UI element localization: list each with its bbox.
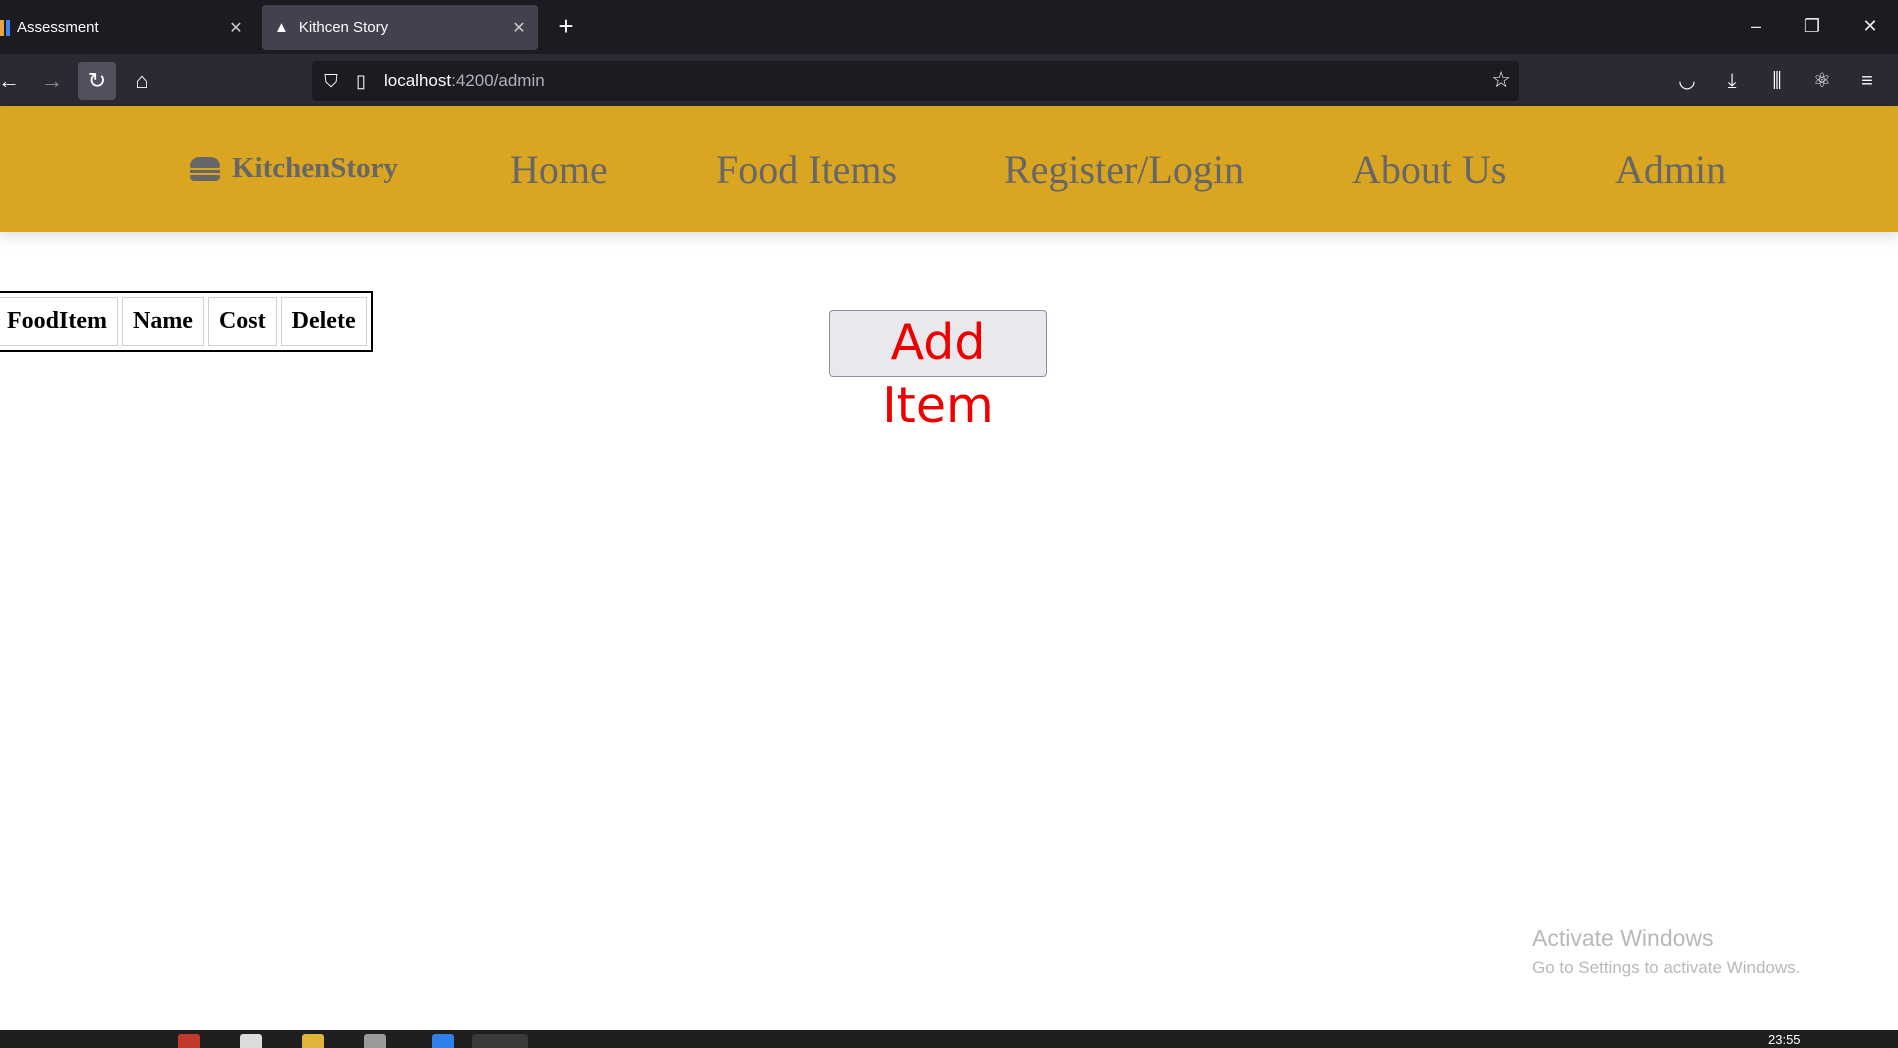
vscode-icon[interactable]	[432, 1034, 454, 1048]
taskbar-clock: 23:55	[1768, 1032, 1801, 1047]
tab-title: Kithcen Story	[298, 19, 389, 36]
tab-kitchen-story[interactable]: ▲ Kithcen Story ✕	[262, 5, 538, 50]
close-window-icon[interactable]: ✕	[1850, 10, 1890, 42]
windows-activation-watermark: Activate Windows Go to Settings to activ…	[1532, 925, 1800, 978]
taskbar-app-icon[interactable]	[178, 1034, 200, 1048]
brand-name: KitchenStory	[232, 152, 398, 184]
browser-toolbar: ← → ↻ ⌂ ⛉ ▯ localhost:4200/admin ☆ ◡ ⤓ ⫼…	[0, 54, 1898, 106]
column-header-fooditem: FoodItem	[0, 297, 118, 346]
bookmark-star-icon[interactable]: ☆	[1491, 67, 1511, 93]
food-items-table: FoodItem Name Cost Delete	[0, 291, 373, 352]
nav-food-items[interactable]: Food Items	[716, 146, 897, 193]
page-icon[interactable]: ▯	[350, 71, 372, 92]
column-header-name: Name	[121, 297, 204, 346]
back-icon[interactable]: ←	[0, 62, 28, 100]
folder-icon[interactable]	[302, 1034, 324, 1048]
chart-favicon-icon	[0, 19, 10, 36]
tab-title: Assessment	[17, 19, 99, 36]
close-tab-icon[interactable]: ✕	[225, 18, 247, 38]
shield-icon[interactable]: ⛉	[320, 71, 342, 92]
tab-assessment[interactable]: Assessment ✕	[0, 5, 255, 50]
pocket-icon[interactable]: ◡	[1672, 66, 1702, 96]
forward-icon[interactable]: →	[33, 62, 71, 100]
extension-icon[interactable]: ⚛	[1807, 66, 1837, 96]
restore-icon[interactable]: ❐	[1792, 10, 1832, 42]
table-header-row: FoodItem Name Cost Delete	[0, 297, 367, 346]
column-header-cost: Cost	[207, 297, 277, 346]
minimize-icon[interactable]: –	[1736, 10, 1776, 42]
angular-favicon-icon: ▲	[274, 18, 289, 36]
site-header: KitchenStory Home Food Items Register/Lo…	[0, 106, 1898, 232]
url-host: localhost	[384, 71, 452, 90]
address-bar[interactable]: ⛉ ▯ localhost:4200/admin ☆	[312, 61, 1519, 101]
nav-admin[interactable]: Admin	[1615, 146, 1726, 193]
reload-icon[interactable]: ↻	[78, 62, 116, 100]
brand-logo[interactable]: KitchenStory	[190, 152, 398, 185]
watermark-title: Activate Windows	[1532, 925, 1714, 951]
taskbar-app-icon[interactable]	[240, 1034, 262, 1048]
column-header-delete: Delete	[280, 297, 367, 346]
watermark-subtitle: Go to Settings to activate Windows.	[1532, 958, 1801, 977]
taskbar-app-icon[interactable]	[364, 1034, 386, 1048]
nav-about-us[interactable]: About Us	[1352, 146, 1506, 193]
downloads-icon[interactable]: ⤓	[1717, 66, 1747, 96]
firefox-icon[interactable]	[472, 1034, 528, 1048]
url-path: :4200/admin	[451, 71, 545, 90]
hamburger-food-icon	[190, 156, 220, 181]
os-taskbar: 23:55	[0, 1030, 1898, 1048]
nav-register-login[interactable]: Register/Login	[1004, 146, 1244, 193]
browser-tab-strip: Assessment ✕ ▲ Kithcen Story ✕ + – ❐ ✕	[0, 0, 1898, 54]
nav-home[interactable]: Home	[510, 146, 608, 193]
close-tab-icon[interactable]: ✕	[508, 18, 530, 38]
library-icon[interactable]: ⫼	[1762, 66, 1792, 96]
add-item-button[interactable]: Add Item	[829, 310, 1047, 434]
menu-icon[interactable]: ≡	[1852, 66, 1882, 96]
new-tab-icon[interactable]: +	[552, 12, 580, 42]
home-icon[interactable]: ⌂	[123, 62, 161, 100]
